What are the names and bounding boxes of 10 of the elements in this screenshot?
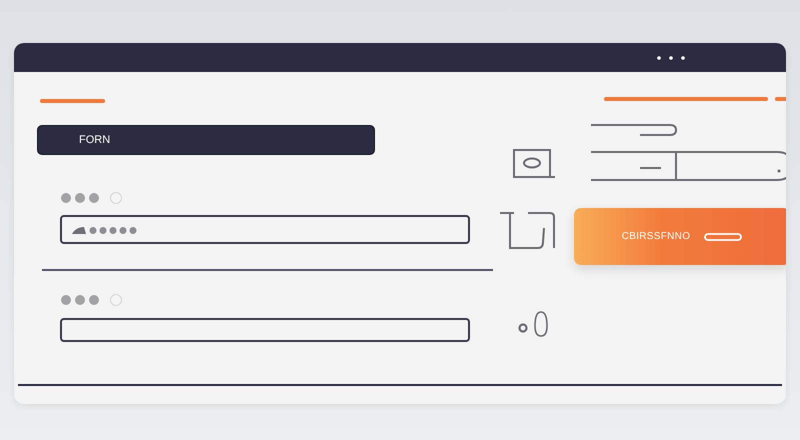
dots-icon xyxy=(60,192,124,204)
pill-icon xyxy=(704,232,742,240)
dots-icon[interactable] xyxy=(656,54,686,60)
card-icon xyxy=(513,149,555,179)
accent-bar xyxy=(40,99,105,103)
submit-button[interactable]: CBIRSSFNNO xyxy=(574,208,786,265)
input-field[interactable] xyxy=(60,215,470,244)
input-field[interactable] xyxy=(60,318,470,342)
form-title: FORN xyxy=(37,125,375,155)
dots-icon xyxy=(60,294,124,306)
